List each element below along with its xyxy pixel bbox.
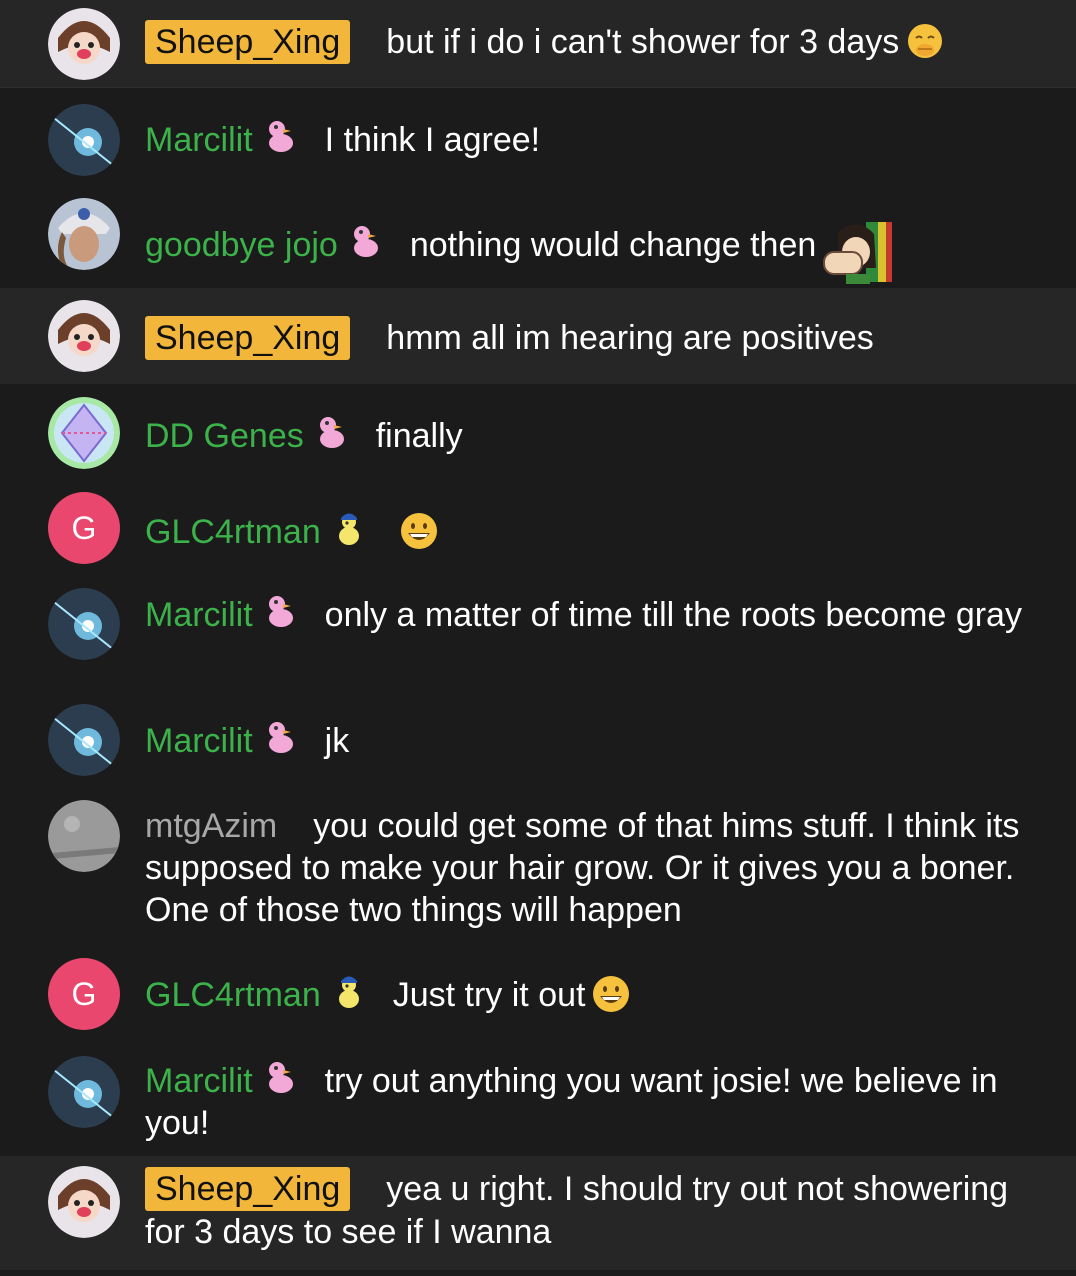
- avatar-dd-genes[interactable]: [48, 397, 120, 469]
- person-avatar-icon: [48, 198, 120, 270]
- light-burst-avatar-icon: [48, 588, 120, 660]
- avatar-letter: G: [71, 510, 97, 546]
- geometric-avatar-icon: [48, 397, 120, 469]
- light-burst-avatar-icon: [48, 104, 120, 176]
- chat-message: Marcilit I think I agree!: [0, 96, 1076, 188]
- anime-avatar-icon: [48, 8, 120, 80]
- avatar-marcilit[interactable]: [48, 704, 120, 776]
- avatar-goodbye-jojo[interactable]: [48, 198, 120, 270]
- light-burst-avatar-icon: [48, 704, 120, 776]
- chat-message: G GLC4rtman: [0, 482, 1076, 576]
- username[interactable]: Marcilit: [145, 121, 253, 159]
- pink-duck-badge-icon: [348, 222, 384, 260]
- chat-message: Sheep_Xing hmm all im hearing are positiv…: [0, 288, 1076, 384]
- chat-message: Sheep_Xing yea u right. I should try out …: [0, 1156, 1076, 1270]
- avatar-glc4rtman[interactable]: G: [48, 492, 120, 564]
- pink-duck-badge-icon: [314, 413, 350, 451]
- username[interactable]: GLC4rtman: [145, 976, 321, 1014]
- pink-duck-badge-icon: [263, 718, 299, 756]
- grinning-face-emoji: [591, 974, 631, 1014]
- avatar-sheep-xing[interactable]: [48, 1166, 120, 1238]
- username[interactable]: mtgAzim: [145, 807, 277, 845]
- chat-message: Marcilit jk: [0, 698, 1076, 788]
- yellow-duck-badge-icon: [331, 509, 367, 547]
- stone-avatar-icon: [48, 800, 120, 872]
- custom-emote-sticker: [818, 218, 898, 284]
- message-text: Just try it out: [392, 976, 586, 1014]
- grinning-face-emoji: [399, 511, 439, 551]
- avatar-marcilit[interactable]: [48, 588, 120, 660]
- chat-message: Marcilit only a matter of time till the r…: [0, 576, 1076, 688]
- chat-message: mtgAzim you could get some of that hims s…: [0, 800, 1076, 948]
- chat-message: Sheep_Xing but if i do i can't shower for…: [0, 0, 1076, 88]
- avatar-marcilit[interactable]: [48, 104, 120, 176]
- message-text: hmm all im hearing are positives: [386, 319, 874, 357]
- message-text: finally: [375, 417, 463, 455]
- message-text: but if i do i can't shower for 3 days: [386, 23, 900, 61]
- chat-message: goodbye jojo nothing would change then: [0, 190, 1076, 286]
- avatar-glc4rtman[interactable]: G: [48, 958, 120, 1030]
- message-text: nothing would change then: [409, 226, 817, 264]
- message-text: I think I agree!: [324, 121, 541, 159]
- chat-message-list[interactable]: Sheep_Xing but if i do i can't shower for…: [0, 0, 1076, 1276]
- username[interactable]: Marcilit: [145, 596, 253, 634]
- avatar-sheep-xing[interactable]: [48, 300, 120, 372]
- chat-message: Marcilit try out anything you want josie!…: [0, 1044, 1076, 1154]
- anime-avatar-icon: [48, 1166, 120, 1238]
- chat-message: G GLC4rtman Just try it out: [0, 948, 1076, 1044]
- avatar-letter: G: [71, 976, 97, 1012]
- message-text: jk: [324, 722, 350, 760]
- chat-message: DD Genes finally: [0, 384, 1076, 482]
- username[interactable]: DD Genes: [145, 417, 304, 455]
- username-owner-tag[interactable]: Sheep_Xing: [145, 316, 351, 360]
- username[interactable]: GLC4rtman: [145, 513, 321, 551]
- username-owner-tag[interactable]: Sheep_Xing: [145, 1167, 351, 1211]
- avatar-mtgazim[interactable]: [48, 800, 120, 872]
- username-owner-tag[interactable]: Sheep_Xing: [145, 20, 351, 64]
- username[interactable]: goodbye jojo: [145, 226, 338, 264]
- shushing-face-emoji: [905, 21, 945, 61]
- pink-duck-badge-icon: [263, 117, 299, 155]
- light-burst-avatar-icon: [48, 1056, 120, 1128]
- pink-duck-badge-icon: [263, 592, 299, 630]
- username[interactable]: Marcilit: [145, 722, 253, 760]
- anime-avatar-icon: [48, 300, 120, 372]
- message-text: only a matter of time till the roots bec…: [324, 596, 1022, 634]
- yellow-duck-badge-icon: [331, 972, 367, 1010]
- pink-duck-badge-icon: [263, 1058, 299, 1096]
- username[interactable]: Marcilit: [145, 1062, 253, 1100]
- avatar-marcilit[interactable]: [48, 1056, 120, 1128]
- avatar-sheep-xing[interactable]: [48, 8, 120, 80]
